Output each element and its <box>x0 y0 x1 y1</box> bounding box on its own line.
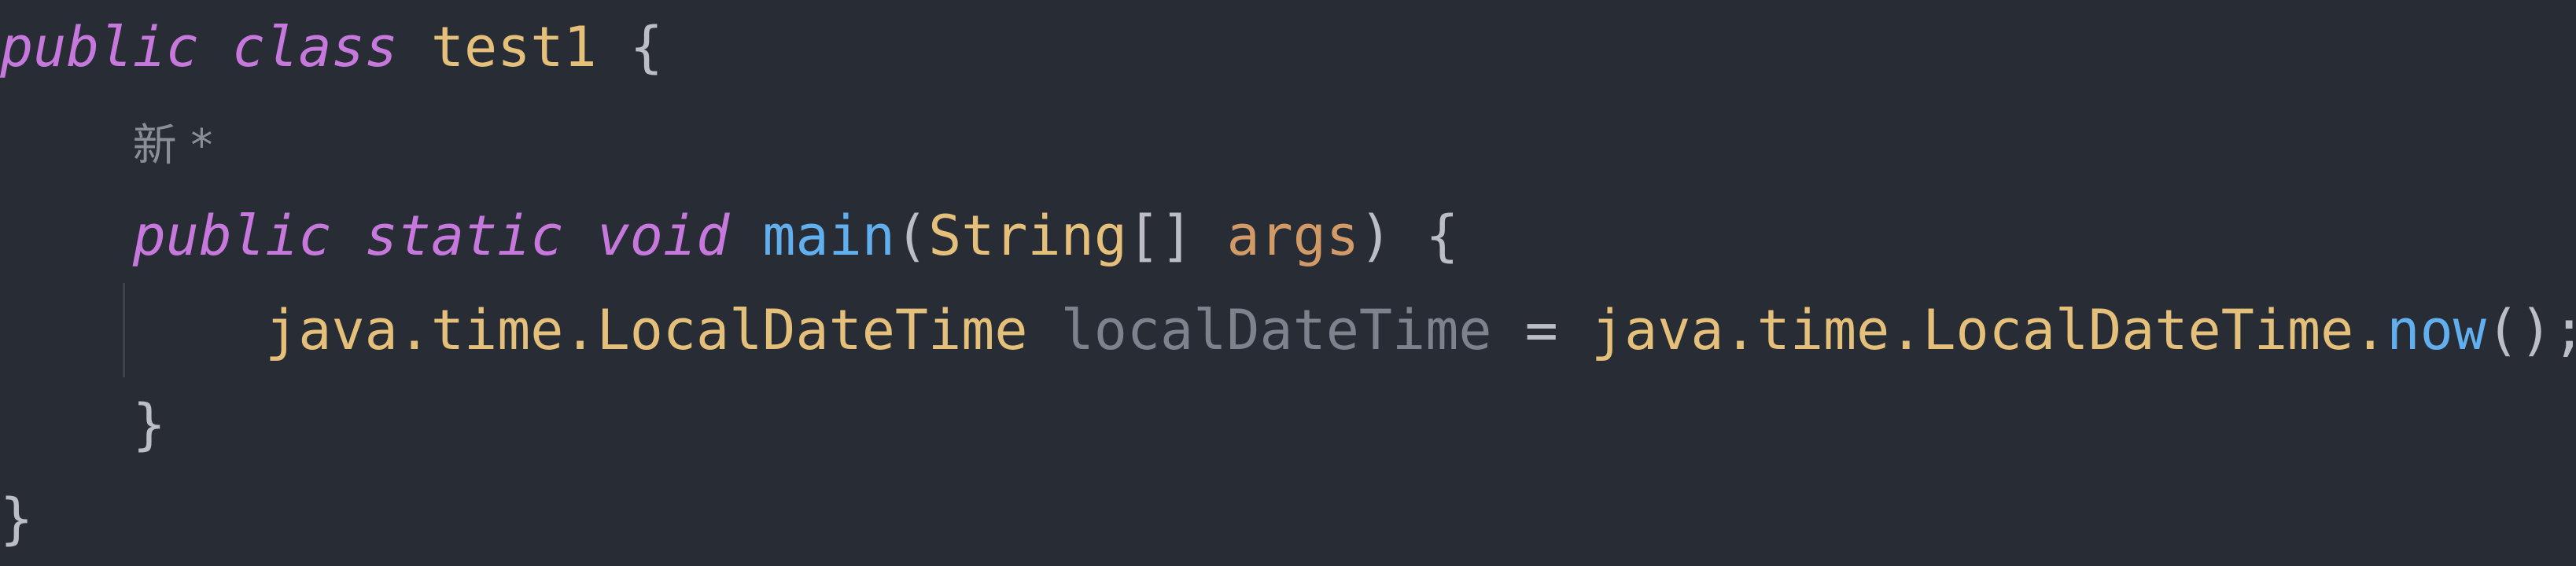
code-editor[interactable]: public class test1 { 新 * public static v… <box>0 0 2576 566</box>
call-end: (); <box>2486 298 2576 362</box>
call-target: java.time.LocalDateTime. <box>1590 298 2387 362</box>
paren-open: ( <box>894 204 929 268</box>
method-name: main <box>762 204 895 268</box>
code-line-method-declaration[interactable]: public static void main(String[] args) { <box>0 193 1459 279</box>
keyword-static: static <box>364 204 564 268</box>
param-name: args <box>1226 204 1360 268</box>
code-line-class-declaration[interactable]: public class test1 { <box>0 4 663 90</box>
keyword-public: public <box>132 204 332 268</box>
keyword-class: class <box>232 15 398 79</box>
call-method: now <box>2386 298 2486 362</box>
param-type: String <box>928 204 1127 268</box>
keyword-public: public <box>0 15 199 79</box>
brace-close: } <box>132 392 166 457</box>
code-line-class-close[interactable]: } <box>0 476 33 562</box>
author-inlay-hint[interactable]: 新 * <box>133 120 213 171</box>
brace-close: } <box>0 487 34 551</box>
code-line-method-close[interactable]: } <box>0 381 166 468</box>
paren-close: ) <box>1359 204 1393 268</box>
brace-open: { <box>1425 204 1459 268</box>
code-line-statement[interactable]: java.time.LocalDateTime localDateTime = … <box>0 287 2576 373</box>
brace-open: { <box>629 15 663 79</box>
code-line-inlay-hint: 新 * <box>0 98 213 185</box>
array-brackets: [] <box>1126 204 1194 268</box>
class-name: test1 <box>430 15 597 79</box>
assign-operator: = <box>1524 298 1558 362</box>
variable-type: java.time.LocalDateTime <box>265 298 1028 362</box>
variable-name: localDateTime <box>1060 298 1492 362</box>
keyword-void: void <box>596 204 730 268</box>
